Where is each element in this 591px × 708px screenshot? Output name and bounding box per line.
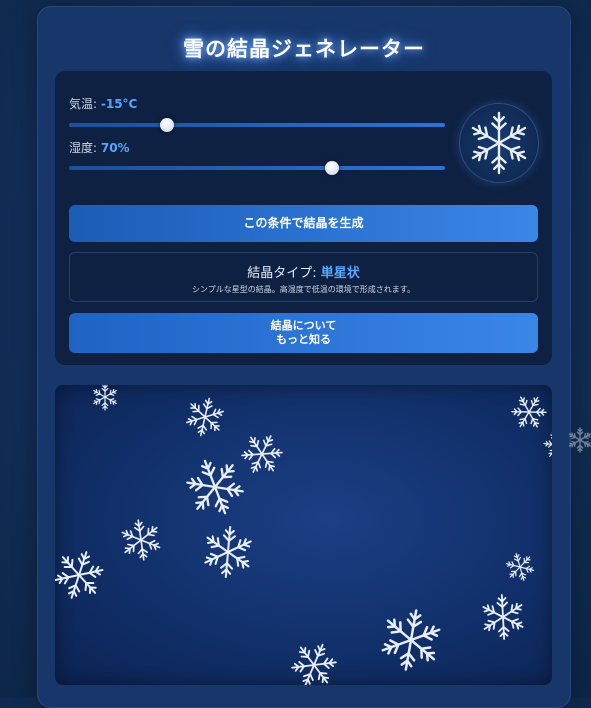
falling-snowflake-icon (55, 547, 107, 603)
humidity-slider-thumb[interactable] (325, 161, 339, 175)
falling-snowflake-icon (503, 550, 537, 583)
snowfall-area (55, 385, 552, 685)
falling-snowflake-icon (92, 385, 117, 410)
learn-more-button[interactable]: 結晶について もっと知る (69, 313, 538, 353)
temperature-label: 気温: -15°C (69, 95, 137, 112)
temperature-value: -15°C (101, 97, 138, 111)
temperature-slider[interactable] (69, 123, 445, 127)
falling-snowflake-icon (474, 588, 533, 646)
humidity-slider[interactable] (69, 166, 445, 170)
crystal-type-value: 単星状 (321, 266, 360, 281)
temperature-label-text: 気温: (69, 97, 101, 111)
snowflake-icon (460, 104, 538, 182)
falling-snowflake-icon (369, 598, 453, 681)
falling-snowflake-icon (113, 512, 169, 567)
snowflake-icon (565, 425, 591, 455)
crystal-type-label: 結晶タイプ: (247, 266, 321, 281)
generate-button[interactable]: この条件で結晶を生成 (69, 205, 538, 242)
humidity-value: 70% (101, 141, 130, 155)
controls-card: 気温: -15°C 湿度: 70% この条件で結晶を生成 結晶タイプ: 単星状 … (55, 71, 552, 365)
crystal-preview (459, 103, 539, 183)
temperature-slider-thumb[interactable] (160, 118, 174, 132)
falling-snowflake-icon (540, 427, 552, 464)
falling-snowflake-icon (284, 635, 345, 685)
falling-snowflake-icon (195, 519, 261, 584)
falling-snowflake-icon (236, 427, 289, 480)
crystal-type-box: 結晶タイプ: 単星状 シンプルな星型の結晶。高湿度で低温の環境で形成されます。 (69, 252, 538, 302)
learn-more-line1: 結晶について (69, 319, 538, 333)
learn-more-line2: もっと知る (69, 333, 538, 347)
page-title: 雪の結晶ジェネレーター (38, 33, 570, 63)
humidity-label-text: 湿度: (69, 141, 101, 155)
humidity-label: 湿度: 70% (69, 139, 130, 156)
falling-snowflake-icon (176, 448, 254, 526)
falling-snowflake-icon (183, 394, 228, 439)
falling-snowflake-icon (512, 395, 547, 429)
generator-panel: 雪の結晶ジェネレーター 気温: -15°C 湿度: 70% この条件で結晶を生成… (37, 6, 571, 708)
falling-snowflakes (55, 385, 552, 685)
crystal-type-line: 結晶タイプ: 単星状 (70, 262, 537, 281)
crystal-type-description: シンプルな星型の結晶。高湿度で低温の環境で形成されます。 (70, 284, 537, 295)
